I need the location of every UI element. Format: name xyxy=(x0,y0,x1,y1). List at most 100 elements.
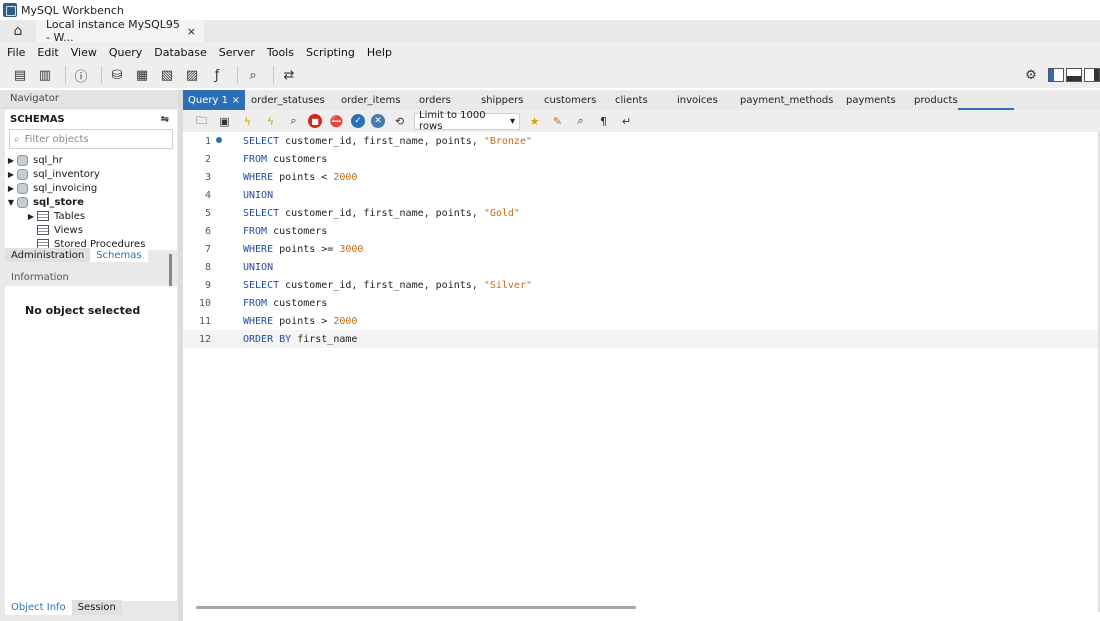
tab-customers[interactable]: customers xyxy=(544,90,615,110)
line-number: 7 xyxy=(204,243,211,255)
code-line[interactable]: 8 UNION xyxy=(183,258,1100,276)
tab-label: Query 1 xyxy=(188,94,228,106)
search-table-data-icon[interactable]: ⌕ xyxy=(243,65,263,85)
open-sql-script-icon[interactable]: ▥ xyxy=(35,65,55,85)
create-table-icon[interactable]: ▦ xyxy=(132,65,152,85)
rollback-icon[interactable]: ✕ xyxy=(371,114,385,128)
menu-help[interactable]: Help xyxy=(362,46,397,59)
brush-icon[interactable]: ✎ xyxy=(549,113,566,130)
create-function-icon[interactable]: ƒ xyxy=(207,65,227,85)
schema-child-views[interactable]: Views xyxy=(5,223,177,237)
settings-icon[interactable]: ⚙ xyxy=(1021,65,1041,85)
schema-item[interactable]: ▶ sql_hr xyxy=(5,153,177,167)
tab-clients[interactable]: clients xyxy=(615,90,677,110)
inspector-icon[interactable]: ⓘ xyxy=(71,65,91,85)
information-header: Information xyxy=(11,271,69,283)
explain-icon[interactable]: ⌕ xyxy=(285,113,302,130)
line-number: 5 xyxy=(204,207,211,219)
menu-view[interactable]: View xyxy=(66,46,102,59)
toolbar-separator xyxy=(101,66,102,84)
schema-item[interactable]: ▶ sql_invoicing xyxy=(5,181,177,195)
schema-item-active[interactable]: ▼ sql_store xyxy=(5,195,177,209)
execute-icon[interactable]: ϟ xyxy=(239,113,256,130)
new-sql-tab-icon[interactable]: ▤ xyxy=(10,65,30,85)
connection-tab[interactable]: Local instance MySQL95 - W... × xyxy=(36,18,204,44)
reconnect-icon[interactable]: ⇄ xyxy=(279,65,299,85)
code-line[interactable]: 12 ORDER BY first_name xyxy=(183,330,1100,348)
expand-arrow-icon[interactable]: ▶ xyxy=(5,156,17,165)
close-icon[interactable]: × xyxy=(187,25,196,38)
tab-order-items[interactable]: order_items xyxy=(341,90,419,110)
toggle-continue-icon[interactable]: ⛔ xyxy=(328,113,345,130)
beautify-icon[interactable]: ★ xyxy=(526,113,543,130)
menu-server[interactable]: Server xyxy=(214,46,260,59)
stop-icon[interactable]: ■ xyxy=(308,114,322,128)
menu-file[interactable]: File xyxy=(2,46,30,59)
tab-order-statuses[interactable]: order_statuses xyxy=(251,90,341,110)
line-number: 9 xyxy=(204,279,211,291)
code-line[interactable]: 6 FROM customers xyxy=(183,222,1100,240)
line-number: 10 xyxy=(198,297,211,309)
code-token: UNION xyxy=(243,189,274,201)
tab-invoices[interactable]: invoices xyxy=(677,90,740,110)
toggle-secondary-sidebar-icon[interactable] xyxy=(1084,68,1100,82)
tab-payments[interactable]: payments xyxy=(846,90,914,110)
expand-arrow-icon[interactable]: ▶ xyxy=(5,184,17,193)
menu-tools[interactable]: Tools xyxy=(262,46,299,59)
execute-current-icon[interactable]: ϟ xyxy=(262,113,279,130)
editor-tab-bar: Query 1 × order_statuses order_items ord… xyxy=(183,90,1100,110)
close-icon[interactable]: × xyxy=(232,95,240,106)
invisible-chars-icon[interactable]: ¶ xyxy=(595,113,612,130)
toggle-sidebar-icon[interactable] xyxy=(1048,68,1064,82)
wrap-icon[interactable]: ↵ xyxy=(618,113,635,130)
tab-session[interactable]: Session xyxy=(71,600,122,615)
code-line[interactable]: 7 WHERE points >= 3000 xyxy=(183,240,1100,258)
create-view-icon[interactable]: ▧ xyxy=(157,65,177,85)
tab-payment-methods[interactable]: payment_methods xyxy=(740,90,846,110)
tab-query-1[interactable]: Query 1 × xyxy=(183,90,245,110)
sql-editor[interactable]: 1 SELECT customer_id, first_name, points,… xyxy=(183,132,1100,600)
tab-shippers[interactable]: shippers xyxy=(481,90,544,110)
code-line[interactable]: 2 FROM customers xyxy=(183,150,1100,168)
schema-item[interactable]: ▶ sql_inventory xyxy=(5,167,177,181)
tab-schemas[interactable]: Schemas xyxy=(90,248,148,262)
layout-controls: ⚙ xyxy=(1021,65,1100,85)
tab-administration[interactable]: Administration xyxy=(5,248,91,262)
save-icon[interactable]: ▣ xyxy=(216,113,233,130)
code-line[interactable]: 5 SELECT customer_id, first_name, points,… xyxy=(183,204,1100,222)
schema-navigator: SCHEMAS ⇋ ⌕ Filter objects ▶ sql_hr ▶ sq… xyxy=(5,110,177,250)
code-line[interactable]: 4 UNION xyxy=(183,186,1100,204)
commit-icon[interactable]: ✓ xyxy=(351,114,365,128)
horizontal-scrollbar[interactable] xyxy=(196,606,636,609)
create-procedure-icon[interactable]: ▨ xyxy=(182,65,202,85)
autocommit-icon[interactable]: ⟲ xyxy=(391,113,408,130)
refresh-icon[interactable]: ⇋ xyxy=(161,114,169,125)
home-icon[interactable]: ⌂ xyxy=(0,20,36,42)
find-icon[interactable]: ⌕ xyxy=(572,113,589,130)
schema-child-tables[interactable]: ▶ Tables xyxy=(5,209,177,223)
open-file-icon[interactable]: 🗀 xyxy=(193,113,210,130)
collapse-arrow-icon[interactable]: ▼ xyxy=(5,198,17,207)
toolbar-separator xyxy=(273,66,274,84)
expand-arrow-icon[interactable]: ▶ xyxy=(5,170,17,179)
toolbar-separator xyxy=(237,66,238,84)
code-line[interactable]: 11 WHERE points > 2000 xyxy=(183,312,1100,330)
menu-edit[interactable]: Edit xyxy=(32,46,63,59)
filter-objects-input[interactable]: ⌕ Filter objects xyxy=(9,129,173,149)
menu-query[interactable]: Query xyxy=(104,46,147,59)
limit-rows-select[interactable]: Limit to 1000 rows ▾ xyxy=(414,110,520,132)
code-line[interactable]: 10 FROM customers xyxy=(183,294,1100,312)
code-line[interactable]: 3 WHERE points < 2000 xyxy=(183,168,1100,186)
tab-orders[interactable]: orders xyxy=(419,90,481,110)
schema-label: sql_store xyxy=(33,196,84,208)
tab-products[interactable]: products xyxy=(914,90,974,110)
expand-arrow-icon[interactable]: ▶ xyxy=(25,212,37,221)
code-token: 3000 xyxy=(339,243,364,255)
menu-database[interactable]: Database xyxy=(149,46,212,59)
code-line[interactable]: 1 SELECT customer_id, first_name, points,… xyxy=(183,132,1100,150)
toggle-output-icon[interactable] xyxy=(1066,68,1082,82)
code-line[interactable]: 9 SELECT customer_id, first_name, points,… xyxy=(183,276,1100,294)
tab-object-info[interactable]: Object Info xyxy=(5,600,72,615)
menu-scripting[interactable]: Scripting xyxy=(301,46,360,59)
create-schema-icon[interactable]: ⛁ xyxy=(107,65,127,85)
